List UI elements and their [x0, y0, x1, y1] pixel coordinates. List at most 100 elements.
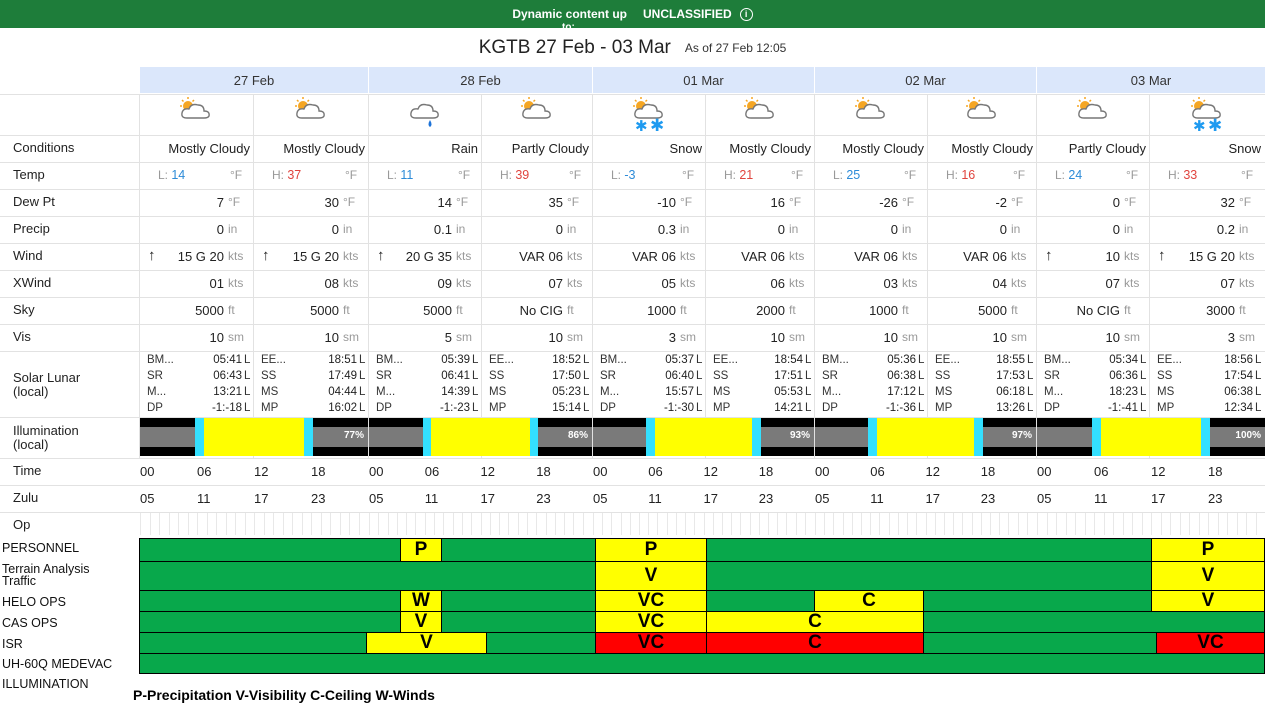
ops-cell-helo[interactable]	[139, 590, 401, 612]
wind-value: VAR 06	[854, 249, 898, 264]
sky-value-unit: ft	[1239, 303, 1246, 317]
op-hour-tick	[749, 513, 751, 535]
precip-value-unit: in	[789, 222, 799, 236]
vis-value-unit: sm	[902, 330, 918, 344]
time-tick: 06	[870, 464, 885, 479]
ops-cell-terrain[interactable]: V	[1151, 561, 1265, 591]
ops-cell-isr[interactable]	[139, 632, 367, 654]
illumination-segment	[422, 418, 432, 456]
solar-local-unit: L	[1255, 386, 1262, 398]
ops-cell-helo[interactable]	[441, 590, 596, 612]
op-hour-tick	[1236, 513, 1238, 535]
ops-cell-cas[interactable]	[441, 611, 596, 633]
illumination-bar: 93%	[593, 418, 814, 456]
op-hour-tick	[263, 513, 265, 535]
ops-cell-personnel[interactable]	[706, 538, 1152, 562]
op-hour-tick	[1160, 513, 1162, 535]
ops-cell-personnel[interactable]: P	[595, 538, 707, 562]
illumination-segment	[868, 418, 877, 456]
ops-cell-cas[interactable]	[139, 611, 401, 633]
info-circle-icon[interactable]: i	[739, 7, 753, 21]
illumination-segment	[431, 418, 530, 456]
illumination-segment	[203, 418, 305, 456]
row-label-illumination: Illumination (local)	[13, 423, 79, 452]
ops-cell-helo[interactable]: VC	[595, 590, 707, 612]
vis-value-unit: sm	[343, 330, 359, 344]
ops-cell-medevac[interactable]	[139, 653, 1265, 674]
ops-cell-cas[interactable]: C	[706, 611, 924, 633]
op-hour-tick	[907, 513, 909, 535]
ops-cell-personnel[interactable]: P	[1151, 538, 1265, 562]
op-hour-tick	[480, 513, 482, 535]
ops-cell-helo[interactable]: V	[1151, 590, 1265, 612]
solar-local-unit: L	[244, 402, 251, 414]
ops-cell-isr[interactable]: V	[366, 632, 487, 654]
solar-time: 17:50	[552, 370, 581, 382]
ops-cell-cas[interactable]	[923, 611, 1265, 633]
ops-cell-isr[interactable]	[923, 632, 1157, 654]
dewpt-value-unit: °F	[343, 195, 356, 209]
op-hour-tick	[989, 513, 991, 535]
dewpt-value: 16	[770, 195, 785, 210]
row-divider	[0, 458, 1265, 459]
ops-cell-terrain[interactable]: V	[595, 561, 707, 591]
wind-value: VAR 06	[519, 249, 563, 264]
ops-cell-cas[interactable]: VC	[595, 611, 707, 633]
ops-cell-cas[interactable]: V	[400, 611, 442, 633]
solar-local-unit: L	[1255, 370, 1262, 382]
conditions-value: Snow	[1228, 141, 1261, 156]
temp-number: 25	[846, 168, 861, 182]
solar-time: 16:02	[328, 402, 357, 414]
ops-cell-isr[interactable]: VC	[595, 632, 707, 654]
time-tick: 00	[593, 464, 608, 479]
ops-cell-isr[interactable]	[486, 632, 596, 654]
op-hour-tick	[1037, 513, 1038, 535]
ops-cell-terrain[interactable]	[706, 561, 1152, 591]
solar-local-unit: L	[805, 370, 812, 382]
op-hour-tick	[254, 513, 255, 535]
ops-label-cas: CAS OPS	[2, 616, 58, 630]
precip-value: 0	[1112, 222, 1120, 237]
ops-cell-personnel[interactable]	[441, 538, 596, 562]
xwind-value: 09	[437, 276, 452, 291]
ops-cell-isr[interactable]: VC	[1156, 632, 1265, 654]
solar-key: EE...	[261, 354, 286, 366]
illumination-segment	[974, 418, 983, 456]
ops-cell-helo[interactable]: W	[400, 590, 442, 612]
solar-key: BM...	[147, 354, 174, 366]
dewpt-value: 32	[1220, 195, 1235, 210]
solar-time: 05:37	[665, 354, 694, 366]
op-hour-tick	[159, 513, 160, 535]
zulu-tick: 05	[1037, 491, 1052, 506]
op-hour-tick	[406, 513, 408, 535]
solar-key: MS	[489, 386, 507, 398]
ops-cell-personnel[interactable]	[139, 538, 401, 562]
ops-cell-helo[interactable]	[706, 590, 815, 612]
op-hour-tick	[1008, 513, 1010, 535]
op-hour-tick	[369, 513, 370, 535]
ops-cell-personnel[interactable]: P	[400, 538, 442, 562]
solar-key: DP	[600, 402, 616, 414]
sky-value-unit: ft	[1011, 303, 1018, 317]
precip-value: 0	[777, 222, 785, 237]
zulu-tick: 11	[648, 491, 662, 506]
op-hour-tick	[620, 513, 622, 535]
ops-cell-helo[interactable]	[923, 590, 1152, 612]
op-hour-tick	[1151, 513, 1152, 535]
zulu-tick: 11	[197, 491, 211, 506]
temp-unit: °F	[569, 168, 582, 182]
conditions-value: Mostly Cloudy	[951, 141, 1033, 156]
xwind-value-unit: kts	[1011, 276, 1027, 290]
vis-value: 10	[770, 330, 785, 345]
wind-value-unit: kts	[567, 249, 583, 263]
op-hour-tick	[387, 513, 389, 535]
ops-cell-helo[interactable]: C	[814, 590, 924, 612]
wind-value: VAR 06	[963, 249, 1007, 264]
solar-local-unit: L	[583, 354, 590, 366]
ops-cell-terrain[interactable]	[139, 561, 596, 591]
time-tick: 18	[1208, 464, 1223, 479]
ops-cell-isr[interactable]: C	[706, 632, 924, 654]
partly-cloudy-sun-icon	[852, 96, 892, 135]
svg-text:✱: ✱	[1193, 117, 1206, 132]
vis-value-unit: sm	[1124, 330, 1140, 344]
